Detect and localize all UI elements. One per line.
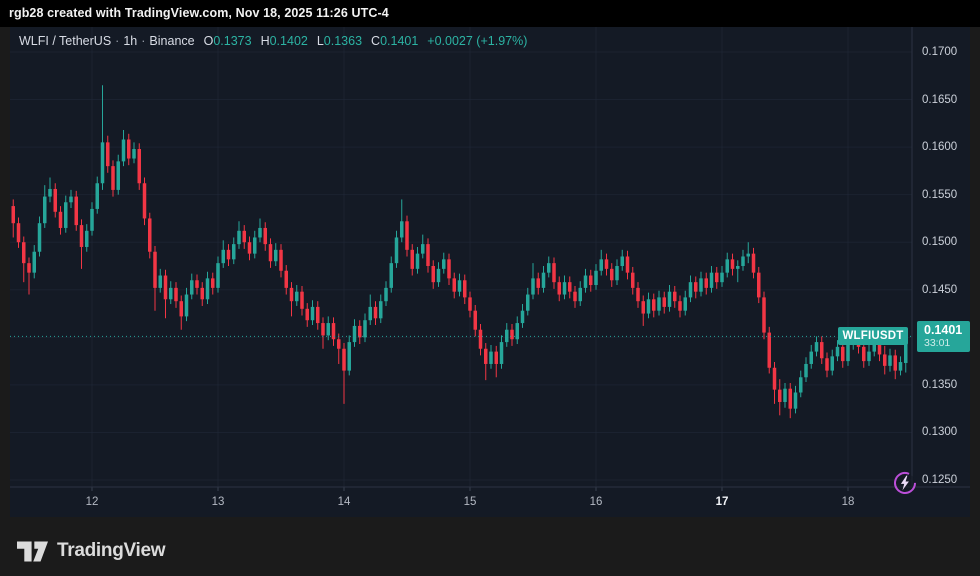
lightning-boost-icon[interactable]	[893, 471, 917, 495]
price-axis-label: 0.1550	[922, 188, 968, 202]
legend-open: O0.1373	[204, 34, 252, 48]
chart-panel: WLFI / TetherUS · 1h · Binance O0.1373 H0.14…	[10, 27, 970, 517]
legend-high: H0.1402	[261, 34, 308, 48]
price-axis-label: 0.1600	[922, 140, 968, 154]
time-axis-label: 13	[212, 496, 225, 508]
legend-separator: ·	[115, 34, 119, 48]
footer: TradingView	[0, 517, 980, 576]
price-axis-label: 0.1700	[922, 45, 968, 59]
time-axis-label: 18	[842, 496, 855, 508]
legend-change: +0.0027 (+1.97%)	[427, 34, 527, 48]
time-axis-label: 16	[590, 496, 603, 508]
price-axis-label: 0.1500	[922, 235, 968, 249]
price-axis-label: 0.1300	[922, 425, 968, 439]
legend-exchange: Binance	[149, 34, 194, 48]
price-axis-label: 0.1450	[922, 283, 968, 297]
attribution-bar: rgb28 created with TradingView.com, Nov …	[0, 0, 980, 27]
brand-name: TradingView	[57, 540, 165, 562]
current-price-value: 0.1401	[924, 323, 970, 337]
legend-interval: 1h	[123, 34, 137, 48]
time-axis-label: 12	[86, 496, 99, 508]
legend-symbol: WLFI / TetherUS	[19, 34, 111, 48]
price-axis-label: 0.1650	[922, 93, 968, 107]
symbol-price-label: WLFIUSDT	[838, 327, 908, 345]
candlestick-chart[interactable]	[10, 27, 970, 517]
time-axis-label: 14	[338, 496, 351, 508]
symbol-legend[interactable]: WLFI / TetherUS · 1h · Binance O0.1373 H0.14…	[19, 34, 527, 48]
legend-separator: ·	[141, 34, 145, 48]
tradingview-logo-icon	[17, 541, 48, 562]
price-axis-label: 0.1350	[922, 378, 968, 392]
time-axis-label: 15	[464, 496, 477, 508]
tradingview-brand-link[interactable]: TradingView	[17, 540, 165, 562]
attribution-text: rgb28 created with TradingView.com, Nov …	[9, 6, 389, 20]
time-axis-label: 17	[716, 496, 729, 508]
bar-countdown: 33:01	[924, 337, 970, 349]
legend-close: C0.1401	[371, 34, 418, 48]
legend-low: L0.1363	[317, 34, 362, 48]
current-price-badge: 0.1401 33:01	[917, 321, 970, 352]
price-axis-label: 0.1250	[922, 473, 968, 487]
